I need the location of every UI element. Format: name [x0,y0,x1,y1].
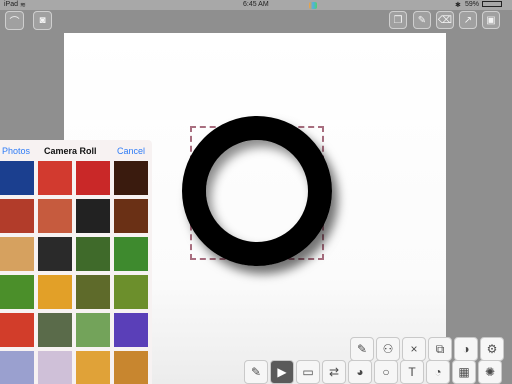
photo-thumbnail[interactable] [38,313,72,347]
mask-icon[interactable]: ◑ [454,337,478,361]
camera-icon[interactable]: ◙ [33,11,52,30]
cancel-button[interactable]: Cancel [117,146,145,156]
time-label: 6:45 AM [243,1,269,8]
photo-thumbnail[interactable] [114,237,148,271]
photo-thumbnail[interactable] [0,161,34,195]
photo-thumbnail[interactable] [38,237,72,271]
photo-thumbnail[interactable] [76,237,110,271]
play-icon[interactable]: ▶ [270,360,294,384]
gear-icon[interactable]: ⚙ [480,337,504,361]
photo-thumbnail[interactable] [76,351,110,384]
circle-icon[interactable]: ○ [374,360,398,384]
eraser-icon[interactable]: ▭ [296,360,320,384]
photo-thumbnail[interactable] [0,199,34,233]
device-label: iPad [4,1,19,8]
share-icon[interactable]: ↗ [459,11,477,29]
photo-thumbnail[interactable] [76,275,110,309]
photo-thumbnail[interactable] [38,161,72,195]
photo-thumbnail[interactable] [0,275,34,309]
close-icon[interactable]: × [402,337,426,361]
effects-icon[interactable]: ✺ [478,360,502,384]
camera-roll-title: Camera Roll [44,146,97,156]
photos-back-button[interactable]: Photos [2,146,30,156]
wifi-icon: ≋ [20,2,26,9]
app-store-icon [309,2,317,9]
shape-icon[interactable]: ◔ [426,360,450,384]
palette-icon[interactable]: ◕ [348,360,372,384]
stamp-icon[interactable]: ⚇ [376,337,400,361]
photo-thumbnail[interactable] [38,351,72,384]
bluetooth-icon: ✱ [455,2,461,9]
photo-picker-header: Photos Camera Roll Cancel [0,140,152,162]
photo-thumbnail[interactable] [114,275,148,309]
resize-icon[interactable]: ⧉ [428,337,452,361]
pencil-icon[interactable]: ✎ [350,337,374,361]
battery-icon [482,1,502,7]
text-icon[interactable]: T [400,360,424,384]
brush-settings-icon[interactable]: ✎ [413,11,431,29]
brush-select-icon[interactable]: ⌒ [5,11,24,30]
photo-thumbnail[interactable] [76,313,110,347]
photo-thumbnail[interactable] [38,199,72,233]
layout-icon[interactable]: ▦ [452,360,476,384]
photo-thumbnail[interactable] [114,161,148,195]
photo-picker: Photos Camera Roll Cancel [0,140,152,384]
photo-thumbnail[interactable] [0,313,34,347]
pencil-icon[interactable]: ✎ [244,360,268,384]
photo-thumbnail[interactable] [76,161,110,195]
photo-thumbnail[interactable] [114,313,148,347]
photo-thumbnail[interactable] [0,351,34,384]
status-bar: iPad ≋ 6:45 AM ✱ 59% [0,0,512,10]
photo-thumbnail[interactable] [114,199,148,233]
photo-thumbnail[interactable] [0,237,34,271]
save-icon[interactable]: ▣ [482,11,500,29]
clear-icon[interactable]: ⌫ [436,11,454,29]
photo-thumbnail[interactable] [76,199,110,233]
photo-thumbnail[interactable] [114,351,148,384]
ring-shape[interactable] [182,116,332,266]
stack-icon[interactable]: ❐ [389,11,407,29]
battery-percent: 59% [465,1,480,8]
photo-thumbnail[interactable] [38,275,72,309]
replace-icon[interactable]: ⇄ [322,360,346,384]
